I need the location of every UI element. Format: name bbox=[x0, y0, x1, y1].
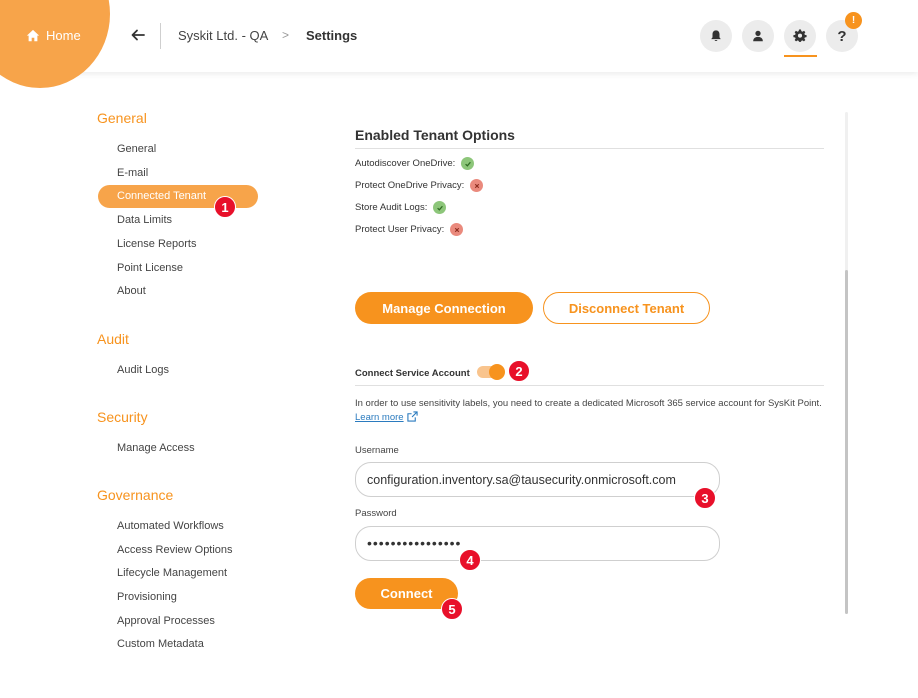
sidebar-item-license-reports[interactable]: License Reports bbox=[117, 238, 197, 250]
notifications-button[interactable] bbox=[700, 20, 732, 52]
username-input[interactable] bbox=[355, 462, 720, 497]
option-label: Autodiscover OneDrive: bbox=[355, 158, 456, 169]
step-marker-5: 5 bbox=[441, 598, 463, 620]
password-label: Password bbox=[355, 508, 397, 519]
toggle-knob bbox=[489, 364, 505, 380]
divider bbox=[355, 148, 824, 149]
option-label: Protect User Privacy: bbox=[355, 224, 445, 235]
sidebar-item-access-review-options[interactable]: Access Review Options bbox=[117, 544, 233, 556]
cross-icon bbox=[450, 223, 464, 236]
sidebar-item-lifecycle-management[interactable]: Lifecycle Management bbox=[117, 567, 227, 579]
sidebar-item-provisioning[interactable]: Provisioning bbox=[117, 591, 177, 603]
sidebar-item-email[interactable]: E-mail bbox=[117, 167, 148, 179]
step-marker-1: 1 bbox=[214, 196, 236, 218]
step-marker-3: 3 bbox=[694, 487, 716, 509]
sidebar-item-general[interactable]: General bbox=[117, 143, 156, 155]
back-button[interactable] bbox=[130, 27, 148, 45]
service-account-toggle[interactable] bbox=[477, 364, 505, 380]
info-text: In order to use sensitivity labels, you … bbox=[355, 398, 822, 409]
check-icon bbox=[433, 201, 447, 214]
learn-more-link[interactable]: Learn more bbox=[355, 412, 404, 423]
sidebar-item-approval-processes[interactable]: Approval Processes bbox=[117, 615, 215, 627]
home-icon bbox=[26, 29, 40, 41]
step-marker-2: 2 bbox=[508, 360, 530, 382]
sidebar-item-custom-metadata[interactable]: Custom Metadata bbox=[117, 638, 204, 650]
user-button[interactable] bbox=[742, 20, 774, 52]
check-icon bbox=[461, 157, 475, 170]
breadcrumb-separator: > bbox=[282, 28, 290, 42]
option-label: Store Audit Logs: bbox=[355, 202, 428, 213]
active-tab-indicator bbox=[784, 55, 817, 57]
sidebar-item-about[interactable]: About bbox=[117, 285, 146, 297]
sidebar-item-audit-logs[interactable]: Audit Logs bbox=[117, 364, 169, 376]
cross-icon bbox=[470, 179, 484, 192]
sidebar-item-data-limits[interactable]: Data Limits bbox=[117, 214, 172, 226]
manage-connection-button[interactable]: Manage Connection bbox=[355, 292, 533, 324]
bell-icon bbox=[711, 30, 721, 41]
question-icon: ? bbox=[837, 27, 847, 45]
connect-service-account-label: Connect Service Account bbox=[355, 368, 470, 379]
sidebar-section-general: General bbox=[97, 110, 147, 126]
service-account-info: In order to use sensitivity labels, you … bbox=[355, 397, 827, 425]
arrow-left-icon bbox=[131, 29, 145, 41]
option-store-audit-logs: Store Audit Logs: bbox=[355, 201, 447, 214]
tenant-options-title: Enabled Tenant Options bbox=[355, 127, 515, 143]
external-link-icon[interactable] bbox=[406, 411, 418, 422]
sidebar-section-governance: Governance bbox=[97, 487, 174, 503]
step-marker-4: 4 bbox=[459, 549, 481, 571]
option-protect-user-privacy: Protect User Privacy: bbox=[355, 223, 464, 236]
sidebar-item-manage-access[interactable]: Manage Access bbox=[117, 442, 195, 454]
home-button[interactable]: Home bbox=[26, 28, 81, 43]
user-icon bbox=[753, 30, 763, 42]
option-autodiscover-onedrive: Autodiscover OneDrive: bbox=[355, 157, 475, 170]
option-protect-onedrive-privacy: Protect OneDrive Privacy: bbox=[355, 179, 484, 192]
option-label: Protect OneDrive Privacy: bbox=[355, 180, 465, 191]
header-divider bbox=[160, 23, 161, 49]
settings-button[interactable] bbox=[784, 20, 816, 52]
breadcrumb-tenant[interactable]: Syskit Ltd. - QA bbox=[178, 28, 268, 43]
help-notification-badge: ! bbox=[845, 12, 862, 29]
sidebar-item-point-license[interactable]: Point License bbox=[117, 262, 183, 274]
disconnect-tenant-button[interactable]: Disconnect Tenant bbox=[543, 292, 710, 324]
home-label: Home bbox=[46, 28, 81, 43]
sidebar-section-security: Security bbox=[97, 409, 148, 425]
scrollbar-thumb[interactable] bbox=[845, 270, 848, 614]
gear-icon bbox=[793, 29, 807, 42]
username-label: Username bbox=[355, 445, 399, 456]
divider bbox=[355, 385, 824, 386]
sidebar-item-automated-workflows[interactable]: Automated Workflows bbox=[117, 520, 224, 532]
home-circle bbox=[0, 0, 110, 88]
breadcrumb-page-title: Settings bbox=[306, 28, 358, 43]
sidebar-section-audit: Audit bbox=[97, 331, 129, 347]
password-input[interactable]: •••••••••••••••• bbox=[355, 526, 720, 561]
